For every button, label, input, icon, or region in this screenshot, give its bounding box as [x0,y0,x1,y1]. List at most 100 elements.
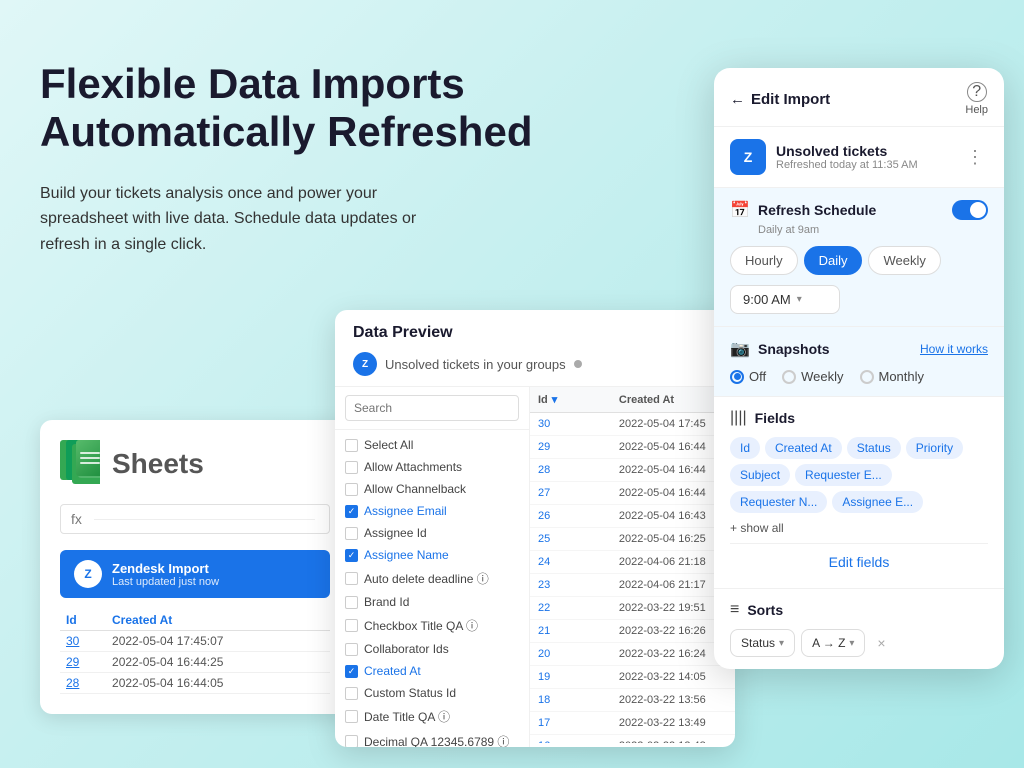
checkbox-allow-attachments[interactable] [345,461,358,474]
field-assignee-name[interactable]: ✓ Assignee Name [335,544,529,566]
field-label: Decimal QA 12345.6789 ⓘ [364,733,509,747]
field-label: Created At [364,664,421,678]
field-decimal-qa[interactable]: Decimal QA 12345.6789 ⓘ [335,729,529,747]
refresh-schedule-tabs: Hourly Daily Weekly [730,246,988,275]
radio-monthly[interactable] [860,370,874,384]
table-row: 242022-04-06 21:18 [530,551,735,574]
sort-field-select[interactable]: Status ▾ [730,629,795,657]
table-row: 252022-05-04 16:25 [530,528,735,551]
field-label: Collaborator Ids [364,642,449,656]
field-created-at[interactable]: ✓ Created At [335,660,529,682]
field-allow-channelback[interactable]: Allow Channelback [335,478,529,500]
checkbox-select-all[interactable] [345,439,358,452]
field-tag-requester-e: Requester E... [795,464,892,486]
field-select-all-label: Select All [364,438,413,452]
table-row: 192022-03-22 14:05 [530,666,735,689]
sorts-section: ≡ Sorts Status ▾ A → Z ▾ × [714,589,1004,669]
th-id: Id ▾ [530,387,611,412]
tab-daily[interactable]: Daily [804,246,863,275]
field-checkbox-title[interactable]: Checkbox Title QA ⓘ [335,613,529,638]
field-custom-status[interactable]: Custom Status Id [335,682,529,704]
chevron-down-icon: ▾ [779,638,784,649]
dp-search-container[interactable] [335,387,529,430]
hero-title: Flexible Data Imports Automatically Refr… [40,60,620,157]
checkbox-assignee-name[interactable]: ✓ [345,549,358,562]
field-label: Allow Attachments [364,460,462,474]
section-title-row: 📅 Refresh Schedule [730,200,876,220]
radio-off[interactable] [730,370,744,384]
field-tag-priority: Priority [906,437,963,459]
snapshots-title: Snapshots [758,341,830,357]
sheets-logo-row: Sheets [60,440,330,488]
back-arrow-icon: ← [730,91,745,108]
field-label: Date Title QA ⓘ [364,708,450,725]
field-brand-id[interactable]: Brand Id [335,591,529,613]
edit-fields-button[interactable]: Edit fields [730,543,988,580]
field-tag-assignee-e: Assignee E... [832,491,923,513]
sort-order-select[interactable]: A → Z ▾ [801,629,865,657]
hero-section: Flexible Data Imports Automatically Refr… [40,60,620,297]
field-date-title[interactable]: Date Title QA ⓘ [335,704,529,729]
data-preview-panel: Data Preview Z Unsolved tickets in your … [335,310,735,747]
field-assignee-id[interactable]: Assignee Id [335,522,529,544]
field-tag-status: Status [847,437,901,459]
checkbox-created-at[interactable]: ✓ [345,665,358,678]
show-all-link[interactable]: + show all [730,521,988,535]
snapshot-option-monthly[interactable]: Monthly [860,369,925,384]
dp-title: Data Preview [353,324,717,342]
source-name: Unsolved tickets [776,143,952,159]
table-row: 172022-03-22 13:49 [530,712,735,735]
checkbox-brand-id[interactable] [345,596,358,609]
field-label: Allow Channelback [364,482,466,496]
table-row: 282022-05-04 16:44 [530,459,735,482]
tab-hourly[interactable]: Hourly [730,246,798,275]
refresh-schedule-sub: Daily at 9am [730,224,988,236]
help-icon: ? [967,82,987,102]
sort-remove-button[interactable]: × [871,633,891,653]
sort-icon: ▾ [552,393,558,406]
time-select[interactable]: 9:00 AM ▾ [730,285,840,314]
field-select-all[interactable]: Select All [335,434,529,456]
snapshots-section: 📷 Snapshots How it works Off Weekly Mont… [714,327,1004,397]
snapshot-option-weekly[interactable]: Weekly [782,369,843,384]
field-label: Assignee Email [364,504,447,518]
sorts-icon: ≡ [730,601,739,619]
field-tag-created-at: Created At [765,437,842,459]
dp-table-panel: Id ▾ Created At 302022-05-04 17:45 29202… [530,387,735,747]
field-tag-id: Id [730,437,760,459]
dp-table-header: Id ▾ Created At [530,387,735,413]
tab-weekly[interactable]: Weekly [868,246,940,275]
radio-weekly-label: Weekly [801,369,843,384]
table-row: 162022-03-22 13:48 [530,735,735,743]
back-button[interactable]: ← Edit Import [730,91,830,108]
field-auto-delete[interactable]: Auto delete deadline ⓘ [335,566,529,591]
more-options-button[interactable]: ⋮ [962,143,988,172]
radio-weekly[interactable] [782,370,796,384]
formula-icon: fx [71,511,82,527]
mini-table-header-date: Created At [106,610,330,631]
field-tag-requester-n: Requester N... [730,491,827,513]
checkbox-allow-channelback[interactable] [345,483,358,496]
help-button[interactable]: ? Help [965,82,988,116]
checkbox-decimal-qa[interactable] [345,735,358,747]
field-allow-attachments[interactable]: Allow Attachments [335,456,529,478]
field-label: Assignee Id [364,526,427,540]
field-collaborator-ids[interactable]: Collaborator Ids [335,638,529,660]
checkbox-assignee-id[interactable] [345,527,358,540]
checkbox-assignee-email[interactable]: ✓ [345,505,358,518]
snapshot-option-off[interactable]: Off [730,369,766,384]
checkbox-collaborator-ids[interactable] [345,643,358,656]
checkbox-date-title[interactable] [345,710,358,723]
table-row: 28 2022-05-04 16:44:05 [60,673,330,694]
checkbox-custom-status[interactable] [345,687,358,700]
checkbox-auto-delete[interactable] [345,572,358,585]
search-input[interactable] [345,395,519,421]
table-row: 232022-04-06 21:17 [530,574,735,597]
refresh-schedule-toggle[interactable] [952,200,988,220]
checkbox-checkbox-title[interactable] [345,619,358,632]
refresh-schedule-title: Refresh Schedule [758,202,876,218]
field-assignee-email[interactable]: ✓ Assignee Email [335,500,529,522]
time-value: 9:00 AM [743,292,791,307]
how-it-works-link[interactable]: How it works [920,342,988,356]
formula-bar: fx [60,504,330,534]
